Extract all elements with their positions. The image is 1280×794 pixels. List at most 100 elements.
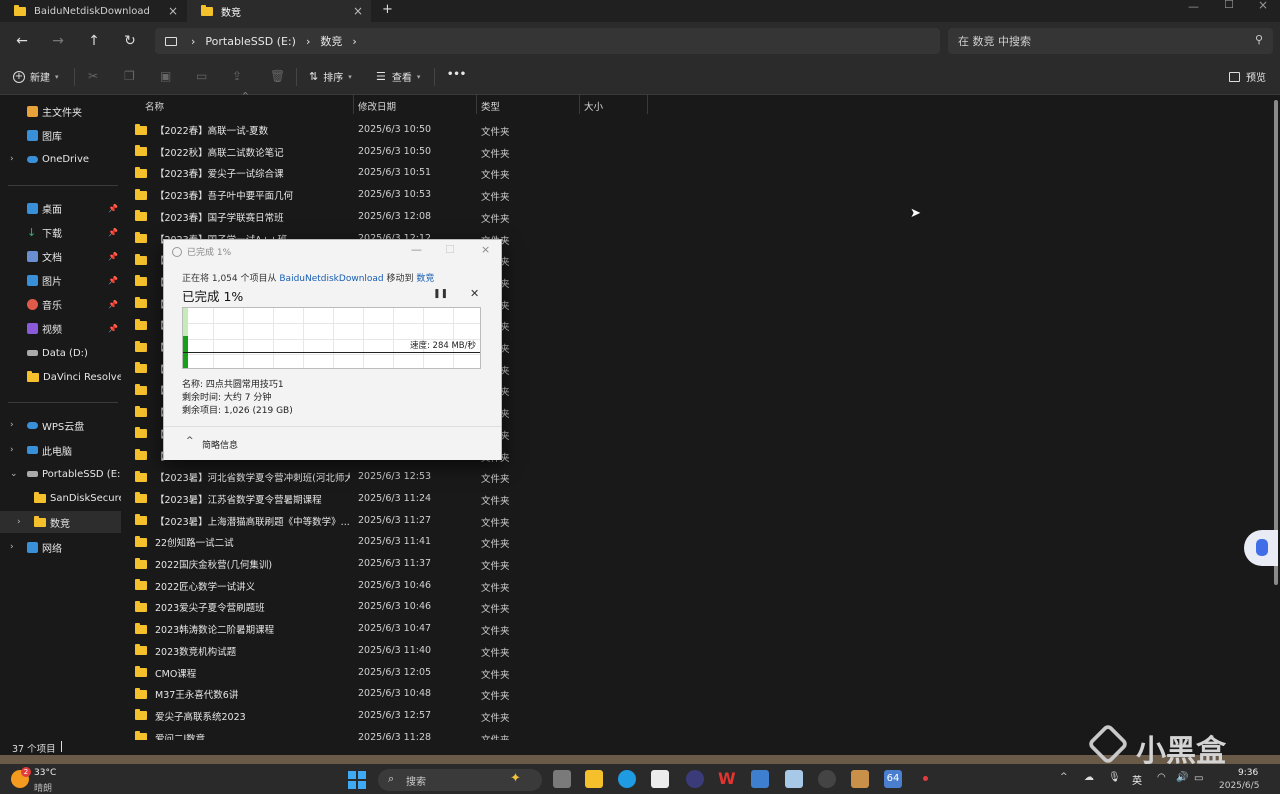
up-arrow-icon[interactable]: ↑ xyxy=(83,30,105,52)
close-icon[interactable]: × xyxy=(353,4,363,18)
column-header-date[interactable]: 修改日期 xyxy=(358,99,396,113)
view-button[interactable]: ☰ 查看 ▾ xyxy=(376,69,420,84)
sidebar-item-this-pc[interactable]: › 此电脑 xyxy=(0,439,121,461)
task-view-icon[interactable] xyxy=(553,770,571,788)
microphone-icon[interactable]: 🎙 xyxy=(1108,772,1121,783)
cut-icon[interactable]: ✂ xyxy=(88,69,98,83)
sort-button[interactable]: ⇅ 排序 ▾ xyxy=(309,69,352,84)
tab-baidunetdiskdownload[interactable]: BaiduNetdiskDownload × xyxy=(0,0,186,22)
minimize-icon[interactable]: — xyxy=(1188,0,1199,13)
sidebar-item-shujing[interactable]: › 数竞 xyxy=(0,511,121,533)
column-divider[interactable] xyxy=(353,95,354,114)
forward-arrow-icon[interactable]: → xyxy=(47,30,69,52)
chevron-up-icon[interactable]: ^ xyxy=(1060,772,1068,782)
weather-desc[interactable]: 晴朗 xyxy=(34,781,52,794)
share-icon[interactable]: ⇪ xyxy=(232,69,242,83)
volume-icon[interactable]: 🔊 xyxy=(1176,772,1188,783)
start-button[interactable] xyxy=(348,771,366,789)
sidebar-item-wps[interactable]: › WPS云盘 xyxy=(0,414,121,436)
chevron-up-icon[interactable]: ^ xyxy=(186,436,194,446)
file-row[interactable]: 22创知路一试二试 2025/6/3 11:41 文件夹 xyxy=(121,530,1271,552)
chevron-down-icon[interactable]: ⌄ xyxy=(10,469,18,479)
sidebar-item-onedrive[interactable]: › OneDrive xyxy=(0,148,121,170)
column-header-size[interactable]: 大小 xyxy=(584,99,603,113)
pin-icon[interactable]: 📌 xyxy=(108,276,118,285)
photos-icon[interactable] xyxy=(751,770,769,788)
sidebar-item-network[interactable]: › 网络 xyxy=(0,536,121,558)
file-row[interactable]: 【2023暑】上海潜猫高联刷题《中等数学》... 2025/6/3 11:27 文件… xyxy=(121,509,1271,531)
sidebar-item-pictures[interactable]: 图片 📌 xyxy=(0,269,121,291)
file-row[interactable]: M37王永喜代数6讲 2025/6/3 10:48 文件夹 xyxy=(121,682,1271,704)
wifi-icon[interactable]: ◠ xyxy=(1157,772,1166,783)
pin-icon[interactable]: 📌 xyxy=(108,324,118,333)
vertical-scrollbar[interactable] xyxy=(1274,100,1278,585)
clock-time[interactable]: 9:36 xyxy=(1238,768,1258,778)
cloud-tray-icon[interactable]: ☁ xyxy=(1084,772,1094,783)
floating-assistant-button[interactable] xyxy=(1244,530,1278,566)
sidebar-item-portablessd[interactable]: ⌄ PortableSSD (E:) xyxy=(0,463,121,485)
sidebar-item-videos[interactable]: 视频 📌 xyxy=(0,317,121,339)
sidebar-item-home[interactable]: 主文件夹 xyxy=(0,100,121,122)
taskbar-search[interactable]: 搜索 ✦ xyxy=(378,769,542,791)
document-app-icon[interactable] xyxy=(785,770,803,788)
game-app-icon[interactable] xyxy=(818,770,836,788)
sidebar-item-data-d[interactable]: Data (D:) xyxy=(0,342,121,364)
close-icon[interactable]: × xyxy=(168,4,178,18)
pin-icon[interactable]: 📌 xyxy=(108,300,118,309)
pin-icon[interactable]: 📌 xyxy=(108,204,118,213)
file-row[interactable]: 【2022春】高联一试-夏数 2025/6/3 10:50 文件夹 xyxy=(121,118,1271,140)
edge-browser-icon[interactable] xyxy=(618,770,636,788)
clock-date[interactable]: 2025/6/5 xyxy=(1219,781,1259,791)
file-row[interactable]: 2023爱尖子夏令营刷题班 2025/6/3 10:46 文件夹 xyxy=(121,595,1271,617)
dialog-close-icon[interactable]: × xyxy=(481,243,490,256)
input-language[interactable]: 英 xyxy=(1132,772,1142,787)
new-tab-button[interactable]: + xyxy=(382,2,393,17)
paste-icon[interactable]: ▣ xyxy=(160,69,171,83)
store-icon[interactable] xyxy=(651,770,669,788)
chevron-right-icon[interactable]: › xyxy=(10,542,14,552)
chevron-right-icon[interactable]: › xyxy=(10,420,14,430)
sidebar-item-documents[interactable]: 文档 📌 xyxy=(0,245,121,267)
delete-icon[interactable]: 🗑 xyxy=(270,69,285,83)
sidebar-item-sandisk[interactable]: SanDiskSecureAc xyxy=(0,487,121,509)
file-row[interactable]: 【2023春】吾子叶中要平面几何 2025/6/3 10:53 文件夹 xyxy=(121,183,1271,205)
chevron-right-icon[interactable]: › xyxy=(10,154,14,164)
file-row[interactable]: 2023数竞机构试题 2025/6/3 11:40 文件夹 xyxy=(121,639,1271,661)
pin-icon[interactable]: 📌 xyxy=(108,228,118,237)
app-face-icon[interactable] xyxy=(686,770,704,788)
package-app-icon[interactable] xyxy=(851,770,869,788)
column-header-name[interactable]: 名称 xyxy=(145,99,164,113)
file-row[interactable]: 【2023春】国子学联赛日常班 2025/6/3 12:08 文件夹 xyxy=(121,205,1271,227)
file-row[interactable]: 【2023暑】江苏省数学夏令营暑期课程 2025/6/3 11:24 文件夹 xyxy=(121,487,1271,509)
sidebar-item-davinci[interactable]: DaVinci Resolve St xyxy=(0,366,121,388)
breadcrumb-shujing[interactable]: 数竞 xyxy=(320,33,342,49)
more-options-button[interactable]: ••• xyxy=(447,69,466,80)
chevron-right-icon[interactable]: › xyxy=(17,517,21,527)
weather-temp[interactable]: 33°C xyxy=(34,768,56,778)
pause-button[interactable]: ❚❚ xyxy=(433,289,448,299)
wps-office-icon[interactable]: W xyxy=(718,770,736,788)
copy-icon[interactable]: ❐ xyxy=(124,69,135,83)
new-button[interactable]: + 新建 ▾ xyxy=(13,69,59,84)
app-64-icon[interactable]: 64 xyxy=(884,770,902,788)
file-row[interactable]: 【2023暑】河北省数学夏令营冲刺班(河北师大... 2025/6/3 12:53… xyxy=(121,465,1271,487)
chevron-right-icon[interactable]: › xyxy=(10,445,14,455)
sidebar-item-downloads[interactable]: ↓ 下载 📌 xyxy=(0,221,121,243)
file-explorer-icon[interactable] xyxy=(585,770,603,788)
less-info-button[interactable]: 简略信息 xyxy=(202,438,238,451)
sidebar-item-desktop[interactable]: 桌面 📌 xyxy=(0,197,121,219)
minimize-icon[interactable]: — xyxy=(411,243,422,256)
column-divider[interactable] xyxy=(579,95,580,114)
pin-icon[interactable]: 📌 xyxy=(108,252,118,261)
source-folder-link[interactable]: BaiduNetdiskDownload xyxy=(279,274,383,284)
file-row[interactable]: 【2023春】爱尖子一试综合课 2025/6/3 10:51 文件夹 xyxy=(121,161,1271,183)
file-row[interactable]: 【2022秋】高联二试数论笔记 2025/6/3 10:50 文件夹 xyxy=(121,140,1271,162)
cancel-transfer-button[interactable]: ✕ xyxy=(470,287,479,300)
file-row[interactable]: 2023韩涛数论二阶暑期课程 2025/6/3 10:47 文件夹 xyxy=(121,617,1271,639)
search-input[interactable]: 在 数竞 中搜索 ⚲ xyxy=(948,28,1273,54)
file-row[interactable]: CMO课程 2025/6/3 12:05 文件夹 xyxy=(121,661,1271,683)
battery-icon[interactable]: ▭ xyxy=(1194,773,1203,784)
tab-shujing[interactable]: 数竞 × xyxy=(187,0,371,22)
maximize-icon[interactable]: ☐ xyxy=(1224,0,1234,11)
back-arrow-icon[interactable]: ← xyxy=(11,30,33,52)
